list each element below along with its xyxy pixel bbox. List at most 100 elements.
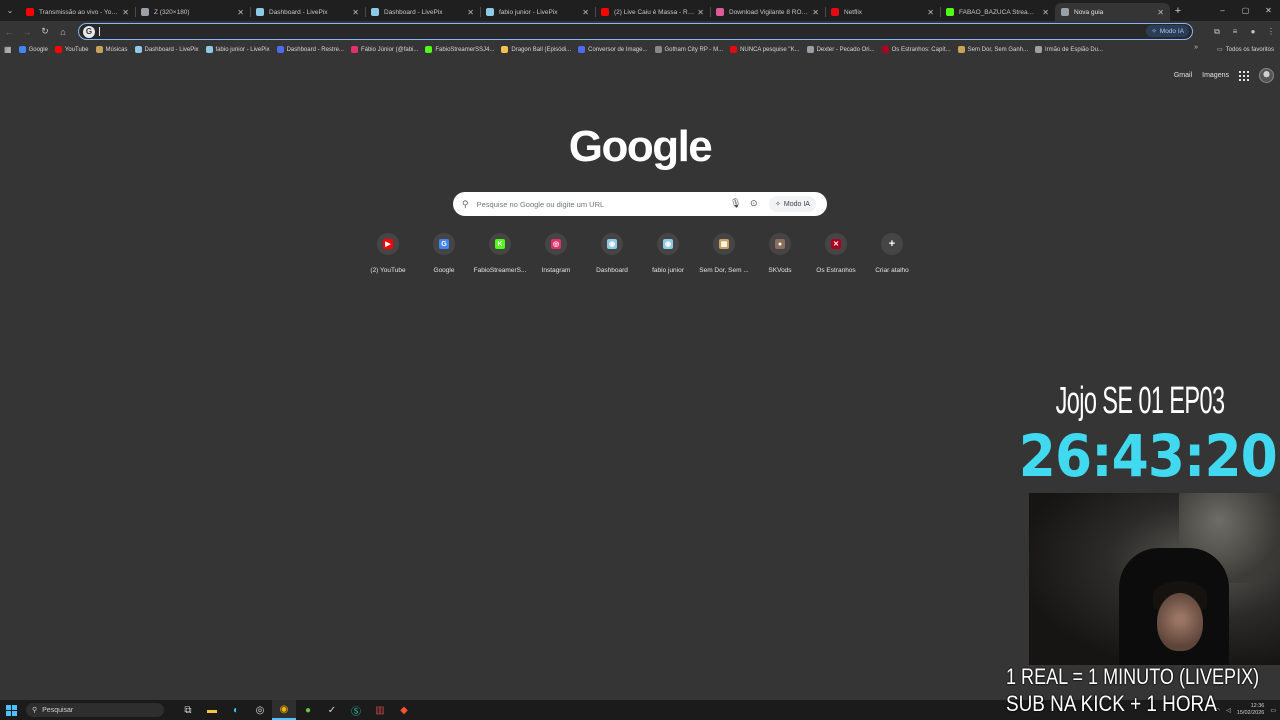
- tab-title: Transmissão ao vivo - YouTube: [39, 8, 119, 16]
- reload-button[interactable]: ↻: [36, 26, 54, 37]
- address-bar[interactable]: G ✧ Modo IA: [78, 23, 1193, 40]
- bookmark-item[interactable]: Dashboard - Restre...: [276, 46, 344, 53]
- kebab-menu-icon[interactable]: ⋮: [1262, 27, 1280, 36]
- maximize-button[interactable]: ▢: [1234, 6, 1257, 15]
- bookmark-favicon-icon: [501, 46, 509, 53]
- bookmark-item[interactable]: Sem Dor, Sem Ganh...: [957, 46, 1028, 53]
- shortcut-tile[interactable]: ● SKVods: [752, 233, 808, 274]
- tab-close-icon[interactable]: ✕: [812, 8, 819, 17]
- shortcut-tile[interactable]: ◎ Instagram: [528, 233, 584, 274]
- apps-shortcut-icon[interactable]: ▦: [4, 45, 12, 54]
- bookmark-item[interactable]: YouTube: [54, 46, 89, 53]
- bookmark-item[interactable]: Gotham City RP - M...: [654, 46, 723, 53]
- tab-close-icon[interactable]: ✕: [582, 8, 589, 17]
- images-link[interactable]: Imagens: [1202, 72, 1229, 79]
- tab-5[interactable]: (2) Live Caiu é Massa - Rica G...✕: [595, 3, 710, 21]
- extensions-icon[interactable]: ⧉: [1208, 27, 1226, 37]
- notifications-icon[interactable]: ▭: [1270, 707, 1276, 714]
- shortcut-tile[interactable]: + Criar atalho: [864, 233, 920, 274]
- winrar-icon[interactable]: ▥: [368, 700, 392, 720]
- bookmark-item[interactable]: Irmão de Espião Du...: [1035, 46, 1103, 53]
- tab-3[interactable]: Dashboard - LivePix ✕: [365, 3, 480, 21]
- bookmark-item[interactable]: Fábio Júnior (@fabi...: [350, 46, 418, 53]
- shortcut-tile[interactable]: ▦ Sem Dor, Sem ...: [696, 233, 752, 274]
- tab-7[interactable]: Netflix ✕: [825, 3, 940, 21]
- profile-icon[interactable]: ●: [1244, 27, 1262, 36]
- streamlabs-icon[interactable]: Ⓢ: [344, 700, 368, 720]
- xbox-icon[interactable]: ●: [296, 700, 320, 720]
- shortcut-tile[interactable]: ◉ Dashboard: [584, 233, 640, 274]
- tab-9[interactable]: Nova guia ✕: [1055, 3, 1170, 21]
- shortcut-tile[interactable]: G Google: [416, 233, 472, 274]
- window-controls: – ▢ ✕: [1211, 0, 1280, 21]
- tab-1[interactable]: Z (320×180) ✕: [135, 3, 250, 21]
- bookmarks-overflow-icon[interactable]: »: [1194, 44, 1198, 51]
- shortcut-tile[interactable]: ✕ Os Estranhos: [808, 233, 864, 274]
- bookmark-label: Dashboard - Restre...: [286, 46, 344, 53]
- bookmark-item[interactable]: Conversor de Image...: [578, 46, 648, 53]
- bookmark-item[interactable]: Dashboard - LivePix: [134, 46, 199, 53]
- bookmark-item[interactable]: Os Estranhos: Capít...: [881, 46, 951, 53]
- bookmark-label: fabio junior - LivePix: [215, 46, 270, 53]
- bookmark-item[interactable]: Dragon Ball (Episódi...: [501, 46, 571, 53]
- shortcut-label: Instagram: [541, 267, 571, 274]
- search-input[interactable]: [476, 199, 707, 209]
- tab-title: FABAO_BAZUCA Stream - Wa...: [959, 8, 1039, 16]
- chrome-icon[interactable]: ◉: [272, 700, 296, 720]
- tab-search-button[interactable]: ⌄: [0, 0, 20, 21]
- media-icon[interactable]: ≡: [1226, 27, 1244, 36]
- tab-close-icon[interactable]: ✕: [1042, 8, 1049, 17]
- overlay-countdown-timer: 26:43:20: [1018, 422, 1278, 490]
- tab-close-icon[interactable]: ✕: [467, 8, 474, 17]
- shortcut-tile[interactable]: K FabioStreamerS...: [472, 233, 528, 274]
- tab-4[interactable]: fabio junior - LivePix ✕: [480, 3, 595, 21]
- microphone-icon[interactable]: 🎙: [730, 198, 741, 209]
- bookmark-label: Os Estranhos: Capít...: [891, 46, 951, 53]
- tab-close-icon[interactable]: ✕: [1157, 8, 1164, 17]
- account-avatar[interactable]: [1259, 68, 1274, 83]
- start-button[interactable]: [0, 700, 22, 720]
- close-window-button[interactable]: ✕: [1257, 6, 1280, 15]
- bookmark-item[interactable]: FabioStreamerSSJ4...: [425, 46, 494, 53]
- camera-lens-icon[interactable]: ⊙: [750, 198, 758, 209]
- gmail-link[interactable]: Gmail: [1174, 72, 1192, 79]
- bookmark-item[interactable]: NUNCA pesquise "K...: [730, 46, 800, 53]
- tab-2[interactable]: Dashboard - LivePix ✕: [250, 3, 365, 21]
- tab-6[interactable]: Download Vigilante 8 ROM &...✕: [710, 3, 825, 21]
- back-button[interactable]: ←: [0, 27, 18, 37]
- bookmark-item[interactable]: Dexter - Pecado Ori...: [806, 46, 875, 53]
- taskbar-search[interactable]: ⚲ Pesquisar: [26, 703, 164, 717]
- tab-close-icon[interactable]: ✕: [927, 8, 934, 17]
- search-box[interactable]: ⚲ 🎙 ⊙ ✧ Modo IA: [453, 192, 827, 216]
- steam-icon[interactable]: ✓: [320, 700, 344, 720]
- bookmark-item[interactable]: fabio junior - LivePix: [205, 46, 270, 53]
- brave-icon[interactable]: ◆: [392, 700, 416, 720]
- tab-close-icon[interactable]: ✕: [697, 8, 704, 17]
- new-tab-button[interactable]: +: [1170, 5, 1186, 17]
- minimize-button[interactable]: –: [1211, 6, 1234, 15]
- bookmark-favicon-icon: [654, 46, 662, 53]
- shortcut-tile[interactable]: ◉ fabio junior: [640, 233, 696, 274]
- ai-mode-label: Modo IA: [1159, 27, 1184, 35]
- task-view-icon[interactable]: ⧉: [176, 700, 200, 720]
- tab-strip: ⌄ Transmissão ao vivo - YouTube✕Z (320×1…: [0, 0, 1280, 21]
- tab-8[interactable]: FABAO_BAZUCA Stream - Wa...✕: [940, 3, 1055, 21]
- tab-0[interactable]: Transmissão ao vivo - YouTube✕: [20, 3, 135, 21]
- home-button[interactable]: ⌂: [54, 27, 72, 37]
- ai-mode-chip[interactable]: ✧ Modo IA: [1146, 25, 1189, 37]
- google-apps-icon[interactable]: [1239, 70, 1249, 81]
- forward-button[interactable]: →: [18, 27, 36, 37]
- tab-close-icon[interactable]: ✕: [352, 8, 359, 17]
- file-explorer-icon[interactable]: ▬: [200, 700, 224, 720]
- all-bookmarks-button[interactable]: ▭ Todos os favoritos: [1217, 42, 1274, 57]
- edge-icon[interactable]: ◐: [224, 700, 248, 720]
- tab-close-icon[interactable]: ✕: [237, 8, 244, 17]
- bookmark-label: Google: [28, 46, 48, 53]
- obs-icon[interactable]: ◎: [248, 700, 272, 720]
- tab-close-icon[interactable]: ✕: [122, 8, 129, 17]
- bookmark-item[interactable]: Google: [18, 46, 48, 53]
- bookmark-item[interactable]: Músicas: [95, 46, 128, 53]
- shortcut-icon-circle: ✕: [825, 233, 847, 255]
- ai-mode-button[interactable]: ✧ Modo IA: [769, 196, 816, 212]
- shortcut-tile[interactable]: ▶ (2) YouTube: [360, 233, 416, 274]
